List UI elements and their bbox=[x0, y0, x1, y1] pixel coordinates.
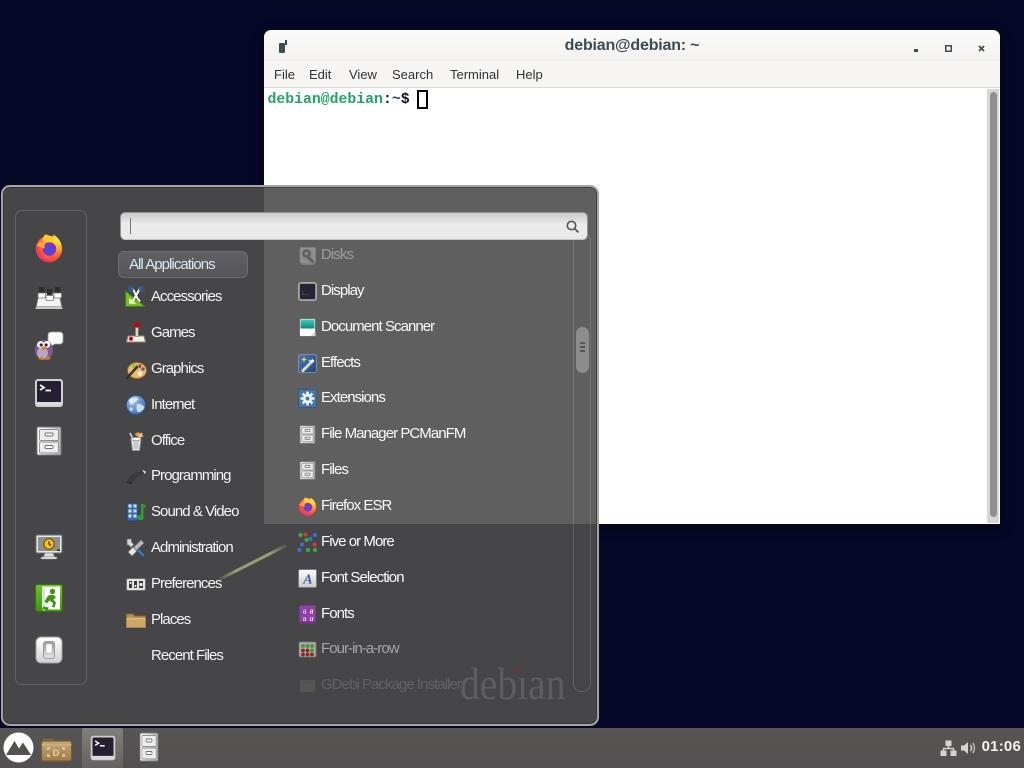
svg-text:A: A bbox=[302, 573, 312, 588]
svg-text:D: D bbox=[53, 748, 60, 758]
